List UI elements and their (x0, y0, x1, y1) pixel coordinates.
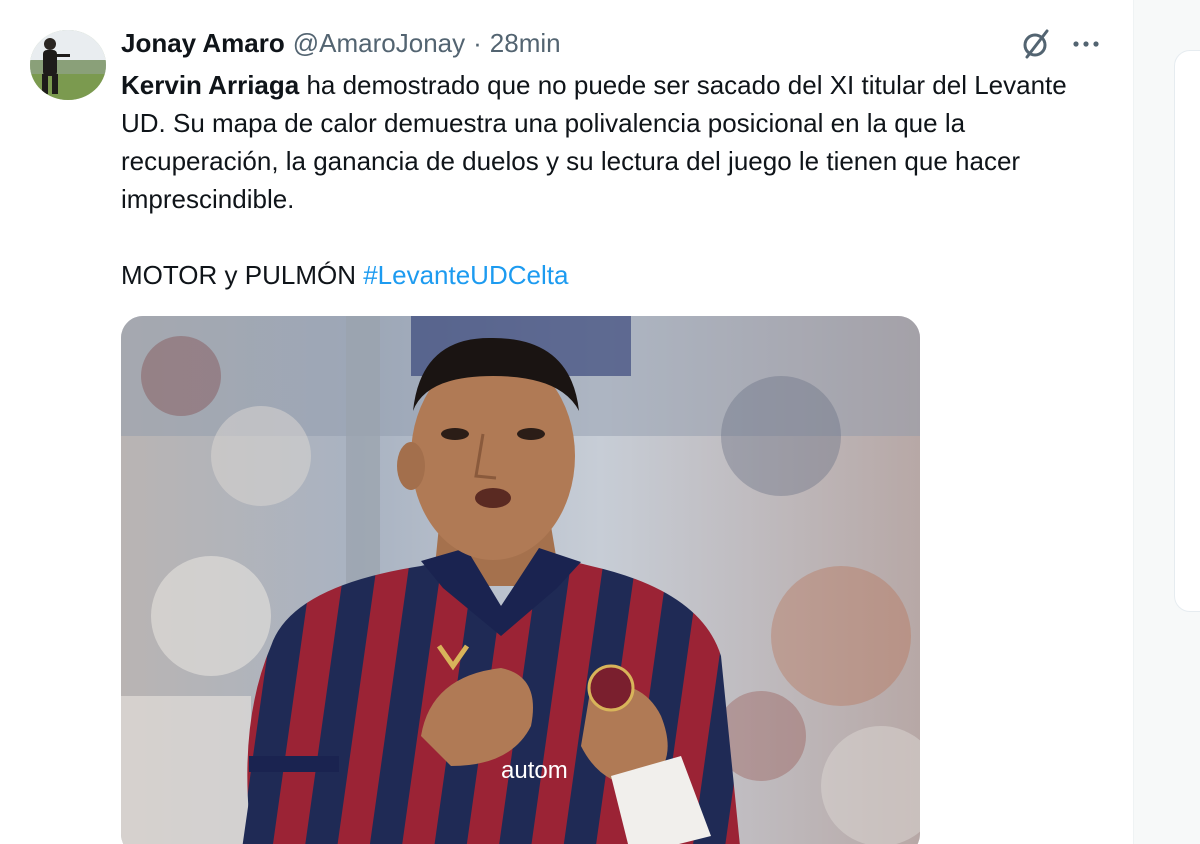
author-handle[interactable]: @AmaroJonay (293, 24, 465, 62)
tweet-photo[interactable]: autom (121, 316, 920, 844)
timestamp[interactable]: 28min (490, 24, 561, 62)
more-dots-icon[interactable] (1068, 26, 1104, 62)
player-photo: autom (121, 316, 920, 844)
grok-slash-circle-icon[interactable] (1018, 26, 1054, 62)
author-name[interactable]: Jonay Amaro (121, 24, 285, 62)
separator-dot: · (473, 28, 482, 58)
sidebar-card (1174, 50, 1200, 612)
tweet-paragraph: Kervin Arriaga ha demostrado que no pued… (121, 66, 1111, 218)
avatar-image (30, 30, 106, 100)
jersey-sponsor-text: autom (501, 757, 568, 784)
avatar[interactable] (30, 30, 106, 100)
hashtag-link[interactable]: #LevanteUDCelta (363, 260, 568, 290)
tweet-page: Jonay Amaro @AmaroJonay · 28min Kervin A… (0, 0, 1200, 844)
tweet-tagline: MOTOR y PULMÓN #LevanteUDCelta (121, 256, 1111, 294)
tagline-text: MOTOR y PULMÓN (121, 260, 364, 290)
tweet-text: Kervin Arriaga ha demostrado que no pued… (121, 66, 1111, 294)
tweet-header: Jonay Amaro @AmaroJonay · 28min (121, 24, 561, 62)
mention-kervin-arriaga[interactable]: Kervin Arriaga (121, 70, 299, 100)
